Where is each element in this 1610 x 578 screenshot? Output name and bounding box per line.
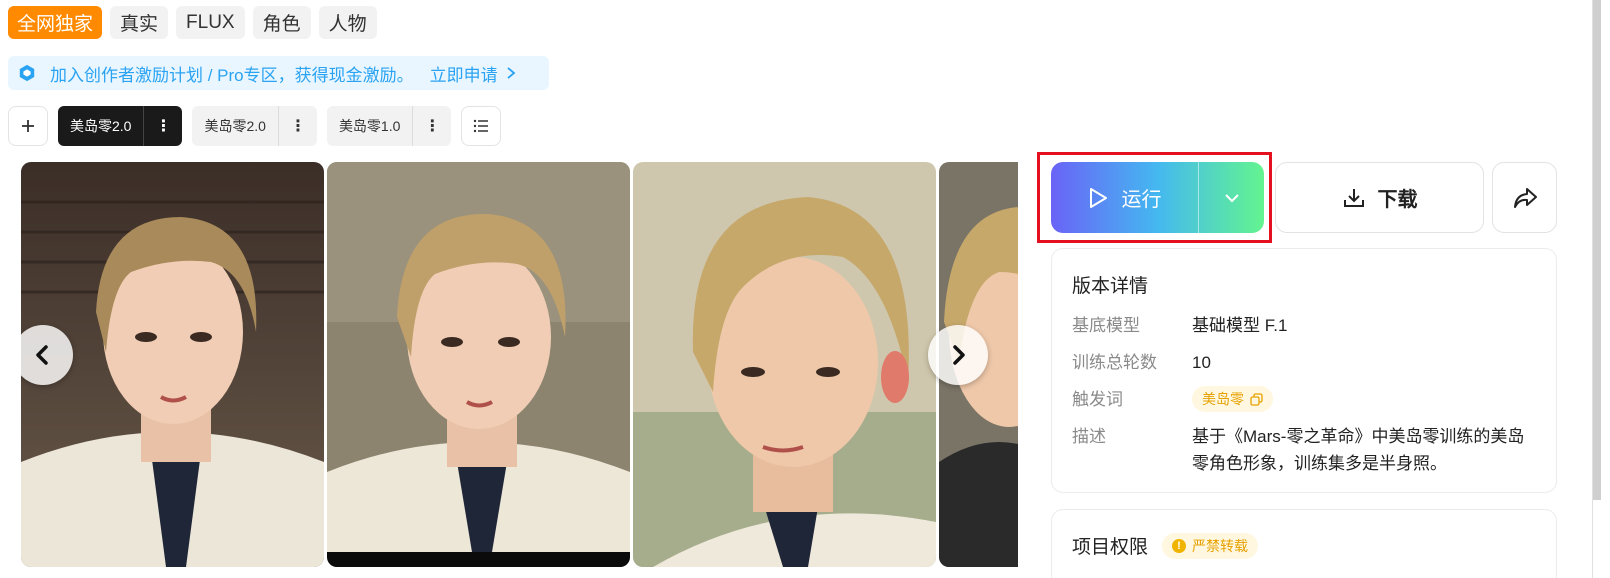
scrollbar-thumb[interactable] (1593, 0, 1601, 500)
hexagon-icon (19, 64, 35, 82)
creator-incentive-banner[interactable]: 加入创作者激励计划 / Pro专区，获得现金激励。 立即申请 (8, 56, 549, 90)
tag-realistic[interactable]: 真实 (110, 6, 169, 39)
list-icon (474, 119, 489, 133)
download-label: 下载 (1377, 189, 1418, 211)
more-vertical-icon[interactable]: ⋮ (279, 116, 317, 136)
detail-value: 10 (1192, 353, 1211, 372)
run-button-group: 运行 (1051, 162, 1264, 233)
version-details-card: 版本详情 基底模型 基础模型 F.1 训练总轮数 10 触发词 美岛零 描述 基… (1051, 248, 1557, 493)
chevron-right-icon (953, 345, 965, 365)
detail-value: 基础模型 F.1 (1192, 316, 1288, 335)
detail-value: 基于《Mars-零之革命》中美岛零训练的美岛零角色形象，训练集多是半身照。 (1192, 427, 1525, 473)
detail-key: 训练总轮数 (1072, 353, 1157, 372)
trigger-word: 美岛零 (1202, 390, 1244, 407)
chevron-down-icon (1224, 193, 1239, 202)
gallery-image-3[interactable] (633, 162, 936, 567)
tag-character[interactable]: 角色 (252, 6, 311, 39)
detail-key: 触发词 (1072, 390, 1123, 409)
tag-exclusive[interactable]: 全网独家 (8, 6, 103, 39)
tag-flux[interactable]: FLUX (176, 6, 245, 39)
version-tabs: 美岛零2.0 ⋮ 美岛零2.0 ⋮ 美岛零1.0 ⋮ (8, 106, 502, 146)
image-gallery (21, 162, 1018, 567)
version-tab-label: 美岛零2.0 (58, 106, 145, 146)
version-details-title: 版本详情 (1072, 276, 1149, 297)
download-icon (1343, 188, 1364, 207)
run-label: 运行 (1121, 189, 1162, 211)
project-permissions-card: 项目权限 ! 严禁转载 (1051, 509, 1557, 578)
copy-icon[interactable] (1250, 392, 1263, 406)
chevron-right-icon (507, 67, 516, 79)
banner-text: 加入创作者激励计划 / Pro专区，获得现金激励。 (50, 65, 414, 85)
warning-icon: ! (1172, 538, 1187, 553)
version-tab-label: 美岛零2.0 (192, 106, 279, 146)
play-icon (1089, 187, 1107, 208)
download-button[interactable]: 下载 (1275, 162, 1484, 233)
version-tab-3[interactable]: 美岛零1.0 ⋮ (326, 106, 452, 146)
detail-row-epochs: 训练总轮数 10 (1072, 349, 1536, 376)
share-button[interactable] (1492, 162, 1557, 233)
version-tab-label: 美岛零1.0 (327, 106, 414, 146)
plus-icon (22, 120, 34, 132)
detail-key: 基底模型 (1072, 316, 1140, 335)
trigger-word-chip[interactable]: 美岛零 (1192, 386, 1273, 412)
more-vertical-icon[interactable]: ⋮ (144, 116, 182, 136)
apply-link[interactable]: 立即申请 (430, 61, 498, 86)
version-tab-2[interactable]: 美岛零2.0 ⋮ (192, 106, 317, 146)
permissions-title: 项目权限 (1072, 537, 1149, 558)
badge-label: 严禁转载 (1192, 537, 1249, 554)
no-repost-badge: ! 严禁转载 (1162, 532, 1259, 559)
detail-key: 描述 (1072, 427, 1106, 446)
detail-row-trigger: 触发词 美岛零 (1072, 386, 1536, 413)
add-version-button[interactable] (8, 106, 48, 146)
chevron-left-icon (36, 345, 48, 365)
tag-person[interactable]: 人物 (318, 6, 377, 39)
gallery-image-2[interactable] (327, 162, 630, 567)
more-vertical-icon[interactable]: ⋮ (413, 116, 451, 136)
run-button[interactable]: 运行 (1051, 162, 1199, 233)
version-tab-1[interactable]: 美岛零2.0 ⋮ (58, 106, 183, 146)
tag-row: 全网独家 真实 FLUX 角色 人物 (8, 6, 377, 39)
detail-row-description: 描述 基于《Mars-零之革命》中美岛零训练的美岛零角色形象，训练集多是半身照。 (1072, 423, 1536, 477)
run-options-dropdown[interactable] (1199, 162, 1264, 233)
detail-row-base-model: 基底模型 基础模型 F.1 (1072, 312, 1536, 339)
gallery-next-button[interactable] (928, 325, 988, 385)
version-list-button[interactable] (461, 106, 502, 146)
share-icon (1513, 187, 1537, 208)
